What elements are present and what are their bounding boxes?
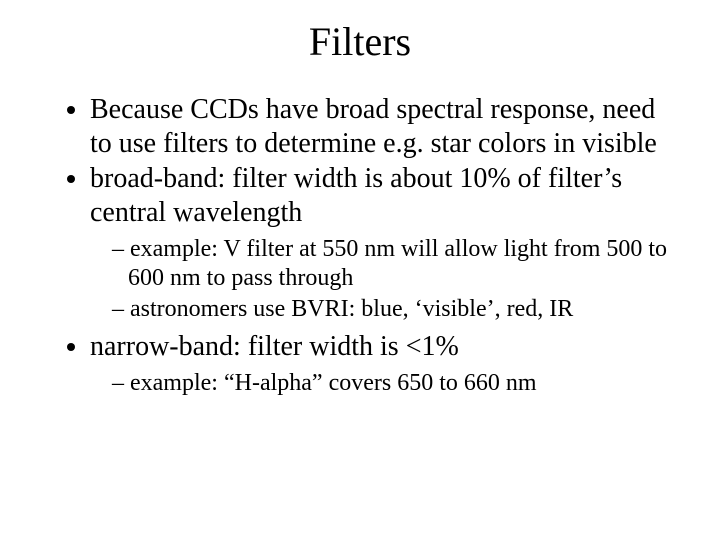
sub-bullet-list: example: V filter at 550 nm will allow l… [90,235,670,323]
slide-title: Filters [50,18,670,65]
sub-bullet-item: example: “H-alpha” covers 650 to 660 nm [112,369,670,398]
slide: Filters Because CCDs have broad spectral… [0,0,720,540]
bullet-text: narrow-band: filter width is <1% [90,331,459,362]
sub-bullet-item: example: V filter at 550 nm will allow l… [112,235,670,293]
bullet-item: broad-band: filter width is about 10% of… [90,162,670,324]
bullet-text: broad-band: filter width is about 10% of… [90,163,622,228]
sub-bullet-item: astronomers use BVRI: blue, ‘visible’, r… [112,295,670,324]
bullet-item: Because CCDs have broad spectral respons… [90,93,670,160]
bullet-item: narrow-band: filter width is <1% example… [90,330,670,398]
sub-bullet-list: example: “H-alpha” covers 650 to 660 nm [90,369,670,398]
bullet-list: Because CCDs have broad spectral respons… [50,93,670,398]
